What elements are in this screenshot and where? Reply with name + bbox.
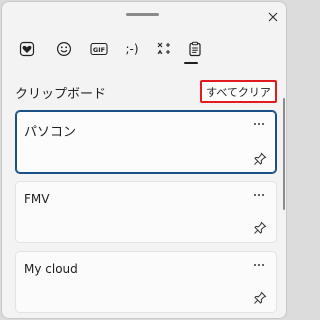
drag-handle[interactable] [126,13,159,16]
tab-emoji-heart[interactable] [16,39,38,59]
pin-icon [254,221,267,234]
clipboard-item[interactable]: My cloud [15,251,277,313]
more-icon [254,194,264,196]
pin-button[interactable] [253,151,267,165]
tab-clipboard[interactable] [184,39,206,59]
clear-all-button[interactable]: すべてクリア [200,80,277,103]
tab-symbols[interactable] [153,39,175,59]
emoji-clipboard-panel: GIF ;-) クリップボード すべてクリア パソコン FMV My cloud [1,1,287,319]
clipboard-item-text: FMV [24,192,50,206]
kaomoji-icon: ;-) [125,42,139,56]
heart-icon [19,41,35,57]
clipboard-title: クリップボード [15,87,107,102]
close-button[interactable] [262,6,284,28]
more-options-button[interactable] [252,119,266,129]
clipboard-icon [189,41,201,57]
tab-emoji[interactable] [53,39,75,59]
clipboard-item[interactable]: パソコン [15,110,277,174]
pin-icon [254,152,267,165]
scrollbar[interactable] [283,98,285,210]
clipboard-item-text: パソコン [24,125,77,140]
close-icon [268,12,278,22]
more-options-button[interactable] [252,260,266,270]
tab-gif[interactable]: GIF [88,39,110,59]
more-options-button[interactable] [252,190,266,200]
more-icon [254,123,264,125]
pin-button[interactable] [253,220,267,234]
pin-button[interactable] [253,290,267,304]
selected-tab-indicator [184,62,198,64]
clipboard-item-text: My cloud [24,262,78,276]
pin-icon [254,291,267,304]
svg-text:GIF: GIF [93,46,105,54]
smiley-icon [56,41,72,57]
symbols-icon [157,42,170,55]
gif-icon: GIF [90,42,108,56]
tab-kaomoji[interactable]: ;-) [119,39,145,59]
more-icon [254,264,264,266]
clipboard-item[interactable]: FMV [15,181,277,243]
